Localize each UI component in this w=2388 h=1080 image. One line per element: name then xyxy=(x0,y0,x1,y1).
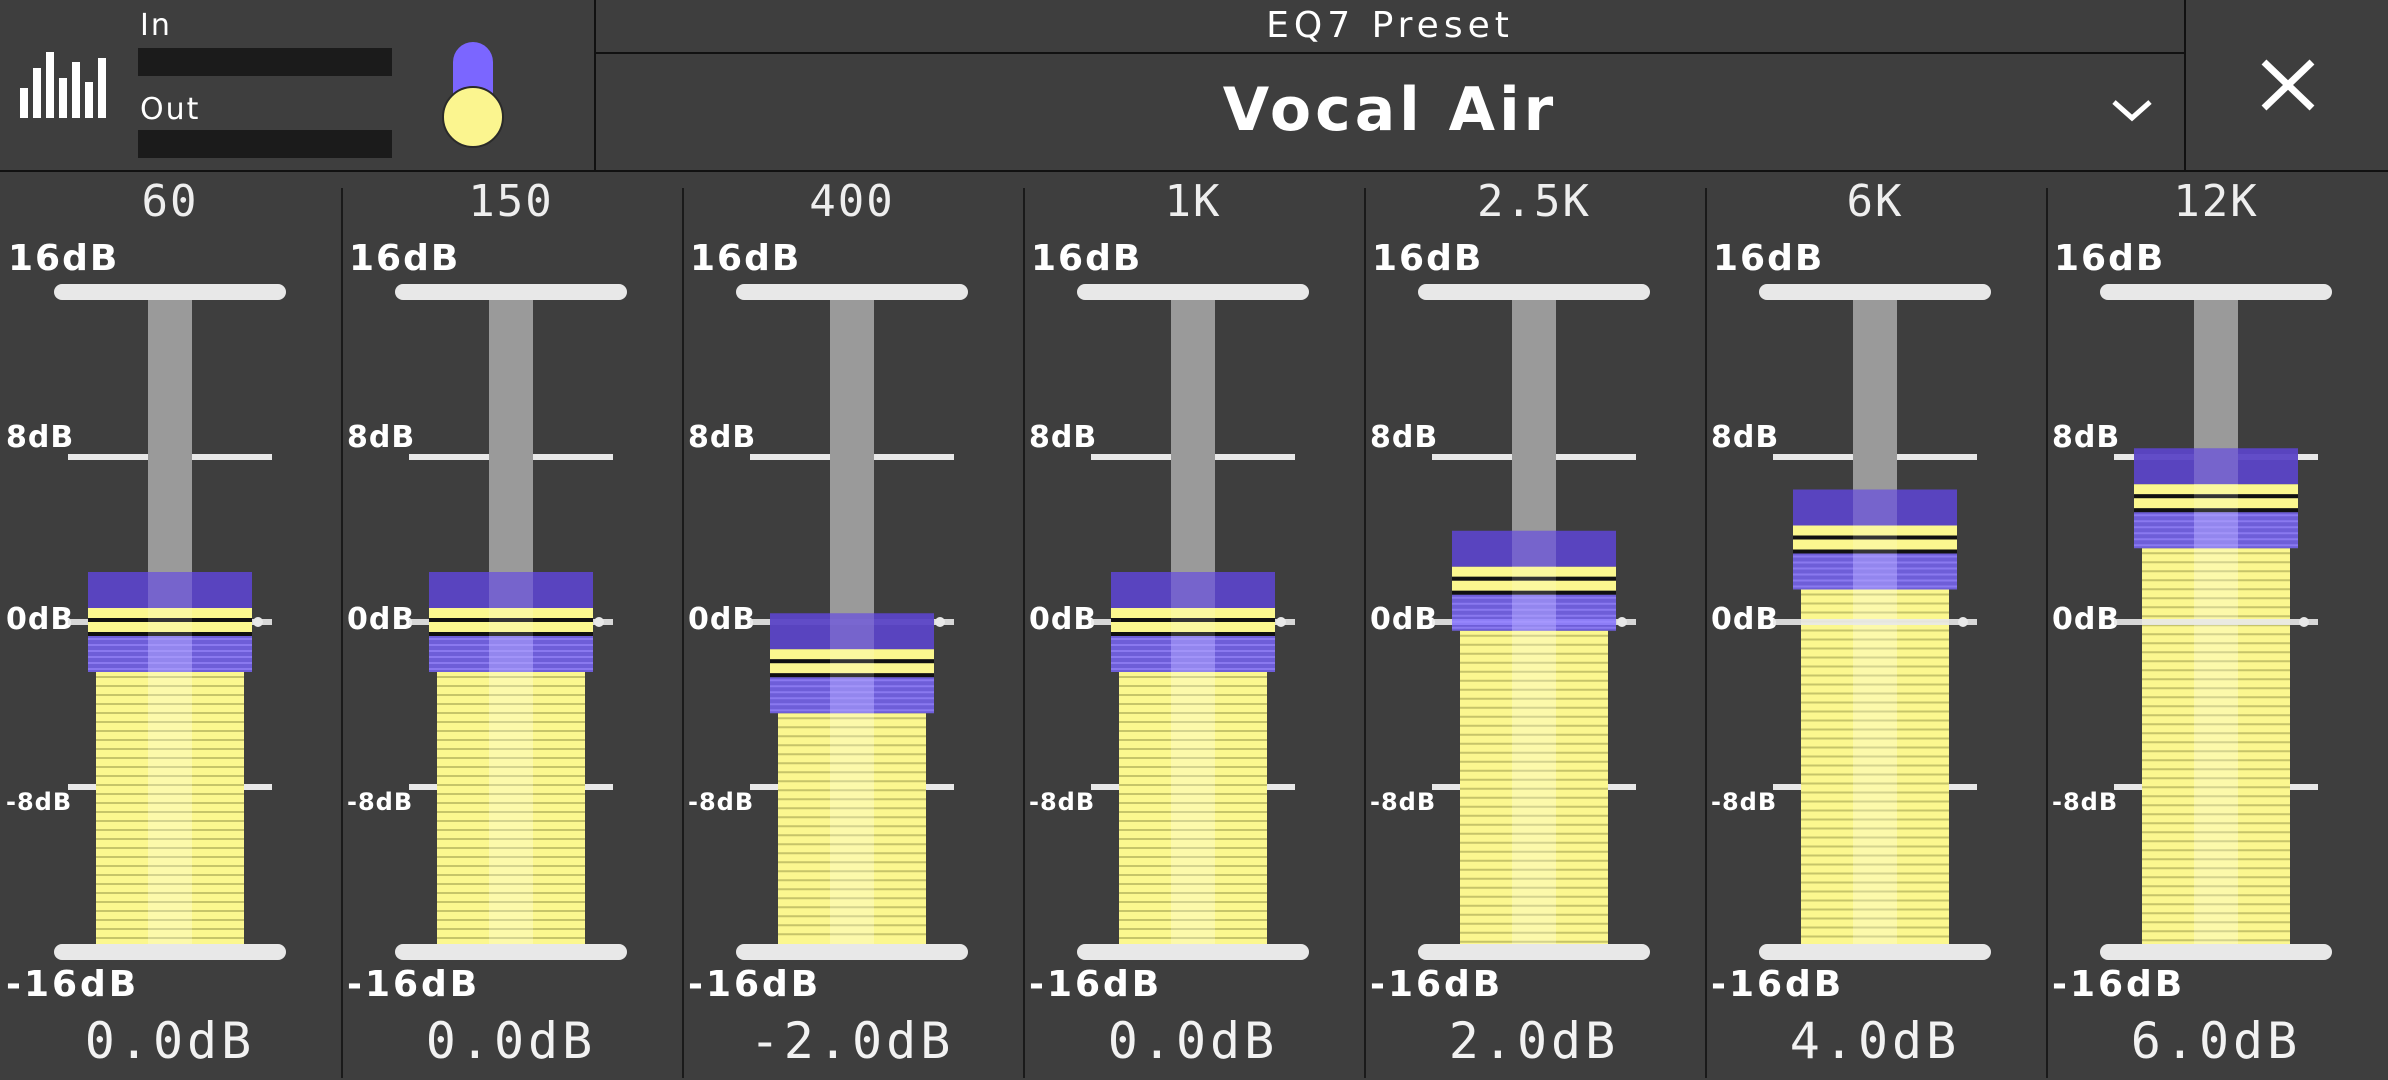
eq-band: 150 16dB 8dB 0dB -8dB -16dB 0.0dB xyxy=(341,172,681,1080)
gain-slider[interactable] xyxy=(682,172,1022,972)
slider-tick-zero xyxy=(2114,619,2318,625)
gain-toggle-switch[interactable] xyxy=(440,40,506,152)
slider-handle[interactable] xyxy=(2134,448,2298,549)
zero-marker-dot xyxy=(1958,617,1968,627)
slider-fill-center xyxy=(148,672,192,944)
slider-fill-center xyxy=(1512,630,1556,944)
preset-selector[interactable]: EQ7 Preset Vocal Air xyxy=(596,0,2184,170)
gain-slider[interactable] xyxy=(1705,172,2045,972)
slider-top-rail xyxy=(2100,284,2332,300)
band-gain-value: 0.0dB xyxy=(84,1012,256,1070)
slider-bottom-rail xyxy=(54,944,286,960)
band-gain-value: 0.0dB xyxy=(1107,1012,1279,1070)
gain-slider[interactable] xyxy=(1023,172,1363,972)
eq-band: 2.5K 16dB 8dB 0dB -8dB -16dB 2.0dB xyxy=(1364,172,1704,1080)
slider-top-rail xyxy=(736,284,968,300)
gain-slider[interactable] xyxy=(341,172,681,972)
gain-slider[interactable] xyxy=(0,172,340,972)
eq-band: 6K 16dB 8dB 0dB -8dB -16dB 4.0dB xyxy=(1705,172,2045,1080)
eq-band: 1K 16dB 8dB 0dB -8dB -16dB 0.0dB xyxy=(1023,172,1363,1080)
slider-handle[interactable] xyxy=(1111,572,1275,672)
level-meter-panel: In Out xyxy=(0,0,596,170)
zero-marker-dot xyxy=(1617,617,1627,627)
slider-fill-center xyxy=(1853,589,1897,944)
band-gain-value: 2.0dB xyxy=(1448,1012,1620,1070)
slider-handle[interactable] xyxy=(1793,489,1957,590)
output-level-meter xyxy=(138,130,392,158)
eq-band: 12K 16dB 8dB 0dB -8dB -16dB 6.0dB xyxy=(2046,172,2386,1080)
slider-top-rail xyxy=(1759,284,1991,300)
slider-handle[interactable] xyxy=(770,613,934,714)
band-gain-value: -2.0dB xyxy=(749,1012,955,1070)
zero-marker-dot xyxy=(2299,617,2309,627)
slider-handle[interactable] xyxy=(1452,530,1616,631)
eq-bands: 60 16dB 8dB 0dB -8dB -16dB 0.0dB 150 16dB 8dB 0dB -… xyxy=(0,172,2388,1080)
gain-slider[interactable] xyxy=(2046,172,2386,972)
output-meter-label: Out xyxy=(140,92,201,127)
zero-marker-dot xyxy=(935,617,945,627)
slider-bottom-rail xyxy=(736,944,968,960)
input-level-meter xyxy=(138,48,392,76)
slider-fill-center xyxy=(1171,672,1215,944)
eq-band: 60 16dB 8dB 0dB -8dB -16dB 0.0dB xyxy=(0,172,340,1080)
band-gain-value: 6.0dB xyxy=(2130,1012,2302,1070)
slider-top-rail xyxy=(395,284,627,300)
slider-bottom-rail xyxy=(1077,944,1309,960)
preset-title: EQ7 Preset xyxy=(596,0,2184,54)
slider-top-rail xyxy=(1418,284,1650,300)
band-gain-value: 0.0dB xyxy=(425,1012,597,1070)
slider-bottom-rail xyxy=(1418,944,1650,960)
slider-fill-center xyxy=(2194,548,2238,944)
zero-marker-dot xyxy=(1276,617,1286,627)
close-icon[interactable] xyxy=(2186,0,2388,170)
top-bar: In Out EQ7 Preset Vocal Air xyxy=(0,0,2388,172)
slider-fill-center xyxy=(489,672,533,944)
chevron-down-icon[interactable] xyxy=(2080,54,2184,170)
slider-top-rail xyxy=(54,284,286,300)
close-panel xyxy=(2184,0,2388,170)
toggle-knob[interactable] xyxy=(442,86,504,148)
slider-bottom-rail xyxy=(1759,944,1991,960)
band-gain-value: 4.0dB xyxy=(1789,1012,1961,1070)
input-meter-label: In xyxy=(140,8,172,43)
slider-tick-zero xyxy=(1773,619,1977,625)
slider-bottom-rail xyxy=(395,944,627,960)
slider-fill-center xyxy=(830,713,874,944)
zero-marker-dot xyxy=(253,617,263,627)
zero-marker-dot xyxy=(594,617,604,627)
slider-top-rail xyxy=(1077,284,1309,300)
gain-slider[interactable] xyxy=(1364,172,1704,972)
slider-handle[interactable] xyxy=(429,572,593,672)
eq-band: 400 16dB 8dB 0dB -8dB -16dB -2.0dB xyxy=(682,172,1022,1080)
slider-handle[interactable] xyxy=(88,572,252,672)
slider-bottom-rail xyxy=(2100,944,2332,960)
preset-name[interactable]: Vocal Air xyxy=(596,54,2184,170)
spectrum-bars-icon[interactable] xyxy=(18,52,106,118)
